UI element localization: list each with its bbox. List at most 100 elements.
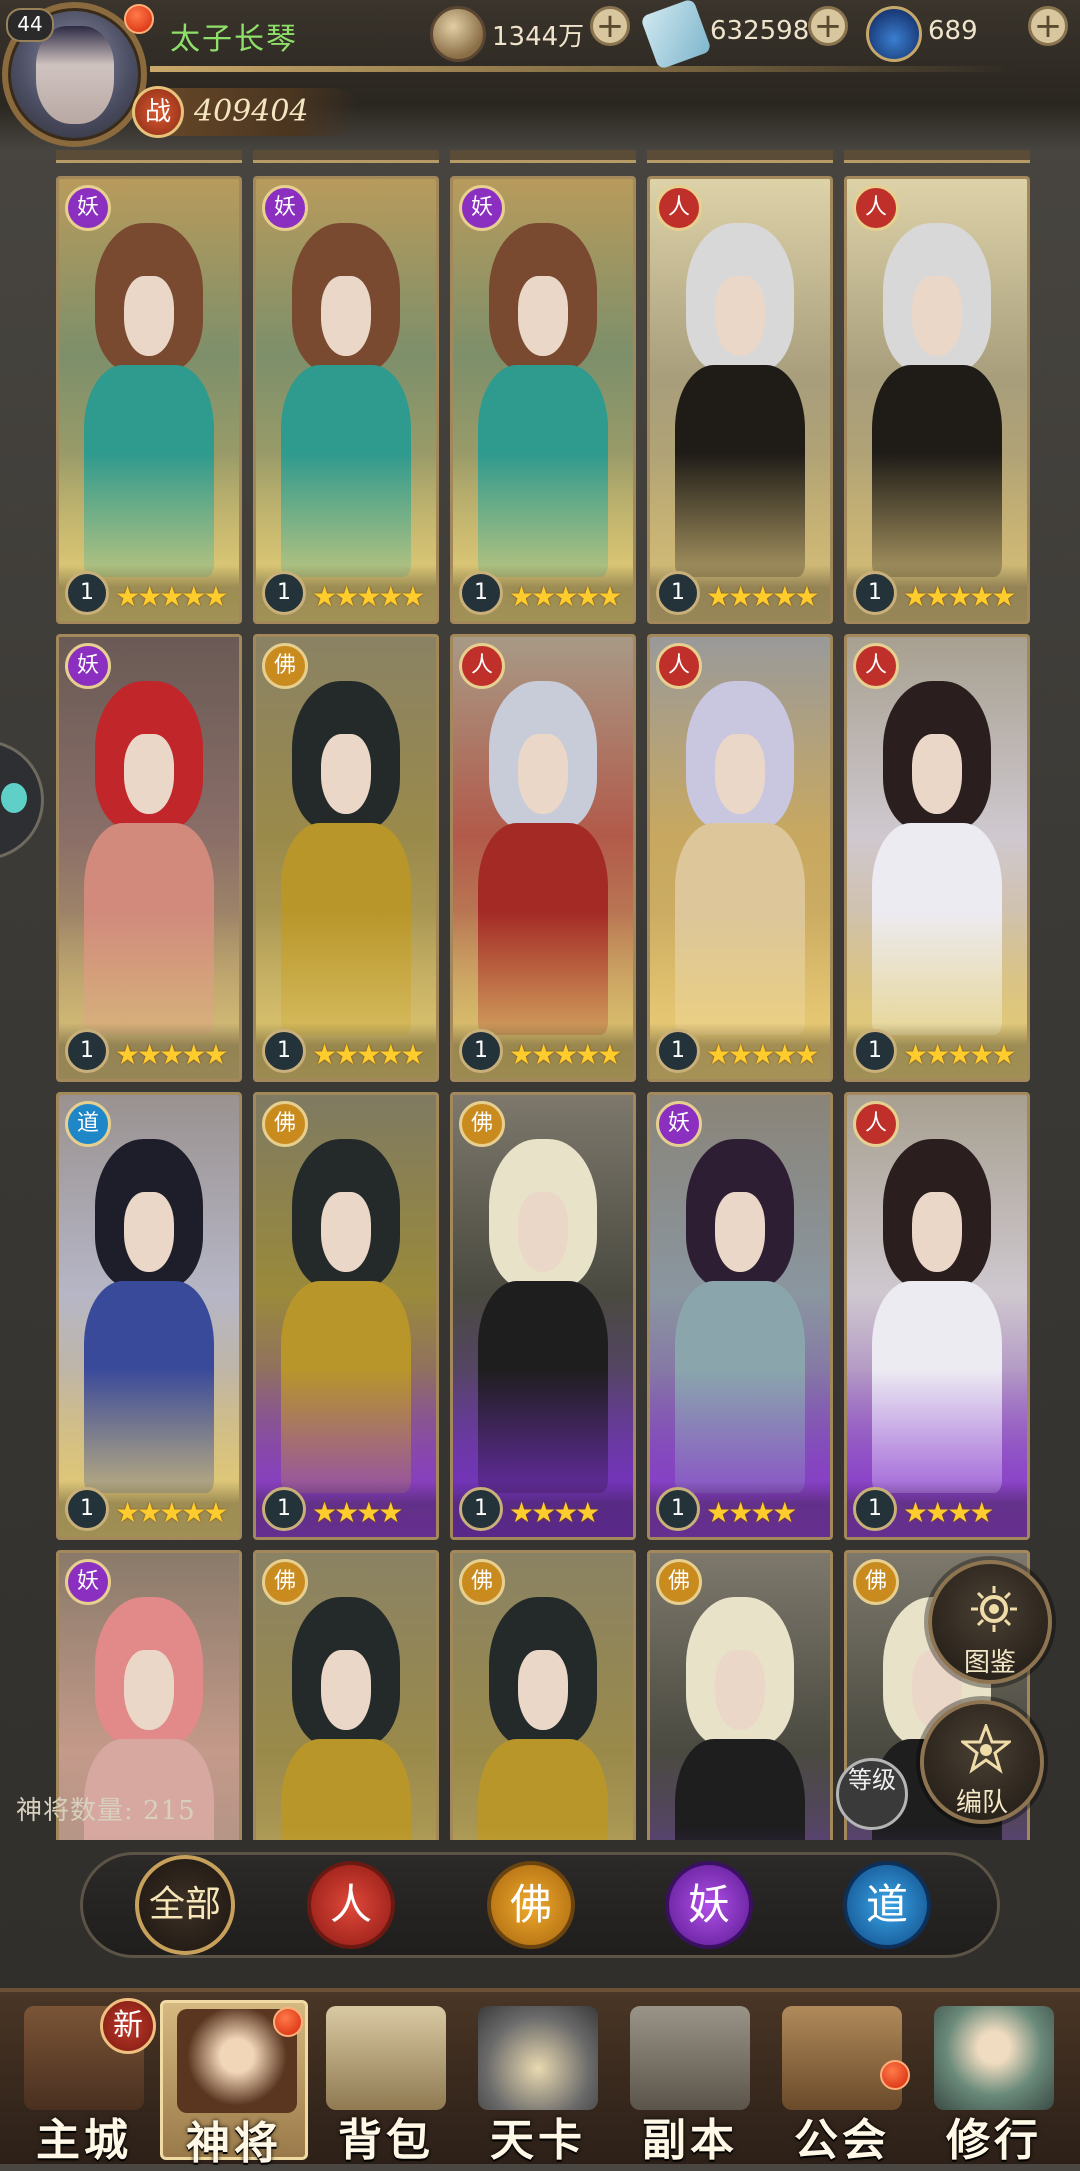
hero-card[interactable]: 妖 1 ★★★★★ [56, 176, 242, 624]
hero-card[interactable]: 妖 1 ★★★★★ [253, 176, 439, 624]
faction-badge: 佛 [262, 1101, 308, 1147]
hero-grid: 妖 1 ★★★★★ 妖 1 ★★★★★ 妖 1 ★★★★★ 人 1 ★★★★★ 人 1 ★★★★★ 妖 1 ★★★… [56, 150, 1040, 1840]
card-edge [844, 150, 1030, 163]
hero-outfit [478, 1738, 608, 1840]
hero-card[interactable]: 佛 [253, 1550, 439, 1840]
star-rating: ★★★★★ [115, 1038, 229, 1071]
hero-card[interactable]: 佛 1 ★★★★ [253, 1092, 439, 1540]
filter-all-button[interactable]: 全部 [135, 1855, 235, 1955]
hero-level: 1 [262, 571, 306, 615]
copper-value: 1344万 [492, 22, 585, 52]
hero-card[interactable]: 人 1 ★★★★★ [844, 176, 1030, 624]
hero-level: 1 [656, 571, 700, 615]
nav-card[interactable]: 天卡 [464, 2000, 612, 2166]
star-rating: ★★★★★ [903, 1038, 1017, 1071]
hero-count: 神将数量: 215 [16, 1796, 196, 1826]
card-edge [647, 150, 833, 163]
rarity-glow [256, 1827, 436, 1840]
hero-card[interactable]: 妖 1 ★★★★★ [450, 176, 636, 624]
hero-portrait [256, 179, 436, 621]
hero-portrait [59, 637, 239, 1079]
faction-badge: 佛 [459, 1559, 505, 1605]
faction-badge: 人 [853, 185, 899, 231]
hero-outfit [675, 1738, 805, 1840]
hero-level: 1 [459, 1487, 503, 1531]
nav-bag[interactable]: 背包 [312, 2000, 460, 2166]
resource-scroll: 632598 [640, 0, 818, 70]
player-level-badge: 44 [6, 8, 54, 42]
faction-badge: 人 [853, 1101, 899, 1147]
nav-training-label: 修行 [946, 2115, 1042, 2166]
previous-row-edge [56, 150, 1040, 163]
resource-flask: 689 [866, 6, 1006, 62]
hero-card[interactable]: 佛 [450, 1550, 636, 1840]
codex-button[interactable]: 图鉴 [928, 1560, 1052, 1684]
hero-card[interactable]: 佛 [647, 1550, 833, 1840]
formation-button[interactable]: 编队 [920, 1700, 1044, 1824]
hero-card[interactable]: 佛 1 ★★★★ [450, 1092, 636, 1540]
nav-dungeon[interactable]: 副本 [616, 2000, 764, 2166]
side-panel-handle[interactable] [0, 740, 44, 860]
hero-face [320, 1192, 372, 1272]
faction-badge: 人 [853, 643, 899, 689]
star-rating: ★★★★ [509, 1496, 600, 1529]
star-rating: ★★★★★ [312, 1038, 426, 1071]
faction-badge: 妖 [65, 643, 111, 689]
filter-ren-button[interactable]: 人 [307, 1861, 395, 1949]
hero-portrait [650, 1095, 830, 1537]
hero-face [714, 734, 766, 814]
sort-level-button[interactable]: 等级 [836, 1758, 908, 1830]
nav-heroes[interactable]: 神将 [160, 2000, 308, 2169]
filter-fo-button[interactable]: 佛 [487, 1861, 575, 1949]
nav-city-label: 主城 [36, 2115, 132, 2166]
hero-face [123, 276, 175, 356]
nav-bag-label: 背包 [338, 2115, 434, 2166]
faction-badge: 妖 [459, 185, 505, 231]
faction-badge: 妖 [65, 185, 111, 231]
star-rating: ★★★★ [706, 1496, 797, 1529]
filter-yao-button[interactable]: 妖 [665, 1861, 753, 1949]
combat-power-icon: 战 [132, 86, 184, 138]
add-flask-button[interactable]: + [1028, 6, 1068, 46]
hero-face [320, 1650, 372, 1730]
filter-all-label: 全部 [148, 1884, 221, 1925]
training-icon [934, 2006, 1054, 2110]
nav-training[interactable]: 修行 [920, 2000, 1068, 2166]
nav-guild[interactable]: 公会 [768, 2000, 916, 2166]
nav-city[interactable]: 主城 新 [10, 1998, 158, 2166]
notification-dot [124, 4, 154, 34]
faction-badge: 妖 [262, 185, 308, 231]
hero-card[interactable]: 人 1 ★★★★★ [844, 634, 1030, 1082]
hero-card[interactable]: 人 1 ★★★★ [844, 1092, 1030, 1540]
exp-bar [150, 66, 1010, 72]
hero-card[interactable]: 妖 1 ★★★★ [647, 1092, 833, 1540]
hero-card[interactable]: 佛 1 ★★★★★ [253, 634, 439, 1082]
card-edge [253, 150, 439, 163]
faction-badge: 妖 [65, 1559, 111, 1605]
hero-card[interactable]: 人 1 ★★★★★ [647, 176, 833, 624]
filter-yao-label: 妖 [687, 1880, 730, 1929]
hero-level: 1 [262, 1487, 306, 1531]
hero-level: 1 [65, 1487, 109, 1531]
scroll-value: 632598 [710, 16, 810, 46]
rarity-glow [650, 1827, 830, 1840]
add-copper-button[interactable]: + [590, 6, 630, 46]
faction-badge: 妖 [656, 1101, 702, 1147]
pet-icon [1, 783, 27, 813]
filter-dao-button[interactable]: 道 [843, 1861, 931, 1949]
star-rating: ★★★★★ [509, 580, 623, 613]
hero-level: 1 [853, 1029, 897, 1073]
hero-card[interactable]: 道 1 ★★★★★ [56, 1092, 242, 1540]
hero-card[interactable]: 人 1 ★★★★★ [647, 634, 833, 1082]
add-scroll-button[interactable]: + [808, 6, 848, 46]
notification-dot [880, 2060, 910, 2090]
codex-label: 图鉴 [963, 1648, 1016, 1678]
faction-badge: 佛 [262, 1559, 308, 1605]
top-bar: 44 太子长琴 战 409404 1344万 + 632598 + 689 + [0, 0, 1080, 150]
hero-portrait [256, 637, 436, 1079]
hero-level: 1 [459, 1029, 503, 1073]
faction-badge: 道 [65, 1101, 111, 1147]
hero-card[interactable]: 人 1 ★★★★★ [450, 634, 636, 1082]
hero-card[interactable]: 妖 1 ★★★★★ [56, 634, 242, 1082]
nav-heroes-label: 神将 [186, 2118, 282, 2169]
